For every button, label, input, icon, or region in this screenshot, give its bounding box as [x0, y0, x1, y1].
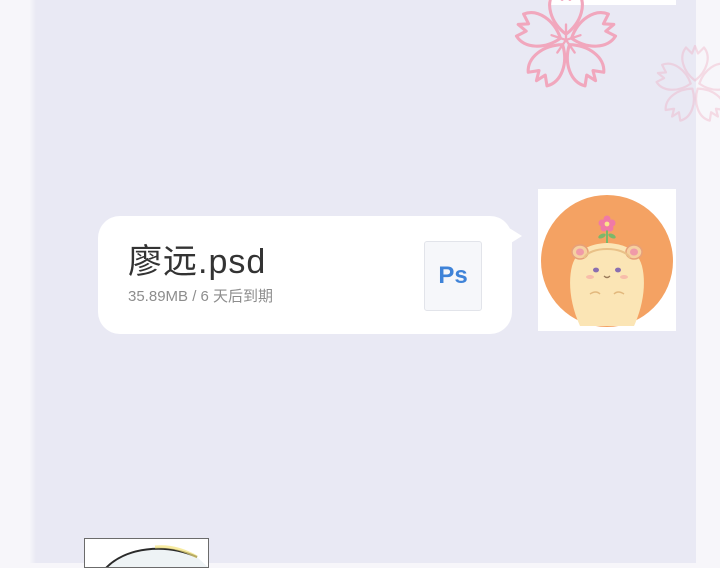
top-image-edge — [548, 0, 676, 5]
avatar-partial-icon — [105, 545, 208, 567]
file-size-expiry: 35.89MB / 6 天后到期 — [128, 288, 274, 305]
hamster-avatar-icon — [541, 195, 673, 327]
photoshop-file-icon: Ps — [424, 241, 482, 311]
file-message-bubble[interactable]: 廖远.psd 35.89MB / 6 天后到期 Ps — [98, 216, 512, 334]
next-message-avatar[interactable] — [84, 538, 209, 568]
bubble-tail — [506, 226, 522, 246]
file-name: 廖远.psd — [128, 243, 267, 281]
chat-edge-shadow — [30, 0, 36, 563]
file-type-label: Ps — [438, 262, 468, 289]
sender-avatar[interactable] — [538, 189, 676, 331]
